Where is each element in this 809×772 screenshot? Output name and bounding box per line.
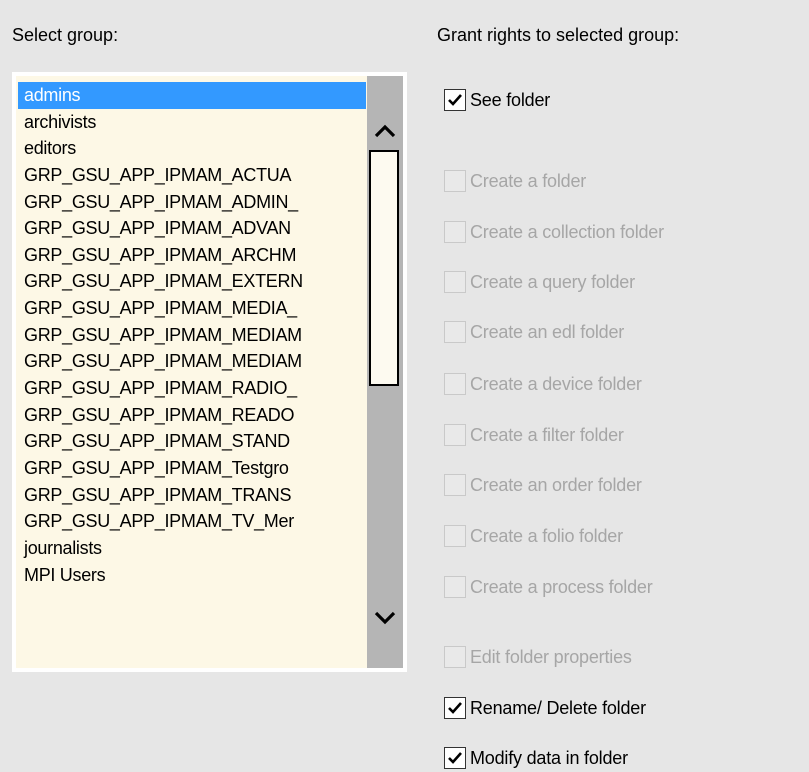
checkbox-box <box>444 170 466 192</box>
permission-checkbox-create-an-order-folder: Create an order folder <box>444 471 642 499</box>
permission-label: See folder <box>470 89 551 110</box>
scrollbar-thumb[interactable] <box>369 150 399 386</box>
group-list-item[interactable]: journalists <box>18 535 366 562</box>
group-list-item[interactable]: admins <box>18 82 366 109</box>
checkbox-box <box>444 474 466 496</box>
group-list-item[interactable]: GRP_GSU_APP_IPMAM_MEDIAM <box>18 322 366 349</box>
permission-label: Modify data in folder <box>470 747 628 768</box>
permission-label: Create an edl folder <box>470 321 625 342</box>
group-list-item[interactable]: GRP_GSU_APP_IPMAM_ADMIN_ <box>18 189 366 216</box>
group-list-item[interactable]: GRP_GSU_APP_IPMAM_TV_Mer <box>18 508 366 535</box>
checkbox-box <box>444 576 466 598</box>
permission-label: Create a filter folder <box>470 424 624 445</box>
checkbox-box <box>444 221 466 243</box>
permission-checkbox-create-a-query-folder: Create a query folder <box>444 268 635 296</box>
permission-label: Create a device folder <box>470 373 642 394</box>
group-list-item[interactable]: GRP_GSU_APP_IPMAM_MEDIA_ <box>18 295 366 322</box>
permission-label: Rename/ Delete folder <box>470 697 646 718</box>
group-list-item[interactable]: GRP_GSU_APP_IPMAM_Testgro <box>18 455 366 482</box>
permission-label: Create a process folder <box>470 576 653 597</box>
permission-checkbox-create-a-collection-folder: Create a collection folder <box>444 218 664 246</box>
permission-checkbox-rename-delete-folder[interactable]: Rename/ Delete folder <box>444 694 646 722</box>
permission-checkbox-create-a-filter-folder: Create a filter folder <box>444 421 624 449</box>
permission-checkbox-create-an-edl-folder: Create an edl folder <box>444 318 624 346</box>
permission-checkbox-create-a-device-folder: Create a device folder <box>444 370 642 398</box>
permission-checkbox-create-a-folio-folder: Create a folio folder <box>444 522 623 550</box>
checkbox-box <box>444 646 466 668</box>
group-list-item[interactable]: MPI Users <box>18 562 366 589</box>
checkbox-box <box>444 424 466 446</box>
checkmark-icon <box>448 752 462 764</box>
group-list-item[interactable]: GRP_GSU_APP_IPMAM_MEDIAM <box>18 348 366 375</box>
group-list-scrollbar[interactable] <box>367 76 403 668</box>
permission-label: Create a collection folder <box>470 221 664 242</box>
group-list-item[interactable]: GRP_GSU_APP_IPMAM_ACTUA <box>18 162 366 189</box>
checkbox-box <box>444 271 466 293</box>
chevron-up-icon[interactable] <box>367 112 403 150</box>
select-group-heading: Select group: <box>12 25 119 45</box>
group-list-item[interactable]: GRP_GSU_APP_IPMAM_EXTERN <box>18 268 366 295</box>
group-list-item[interactable]: GRP_GSU_APP_IPMAM_ADVAN <box>18 215 366 242</box>
group-list-items: admins archivists editors GRP_GSU_APP_IPMAM… <box>18 82 366 588</box>
group-list-item[interactable]: GRP_GSU_APP_IPMAM_STAND <box>18 428 366 455</box>
permission-checkbox-modify-data-in-folder[interactable]: Modify data in folder <box>444 744 628 772</box>
group-list-item[interactable]: GRP_GSU_APP_IPMAM_READO <box>18 402 366 429</box>
permission-label: Edit folder properties <box>470 646 632 667</box>
permission-checkbox-see-folder[interactable]: See folder <box>444 86 550 114</box>
permission-checkbox-create-a-folder: Create a folder <box>444 167 586 195</box>
group-listbox[interactable]: admins archivists editors GRP_GSU_APP_IPMAM… <box>12 72 407 672</box>
permission-label: Create a folio folder <box>470 525 623 546</box>
group-list-item[interactable]: archivists <box>18 109 366 136</box>
permission-checkbox-edit-folder-properties: Edit folder properties <box>444 643 632 671</box>
group-list-item[interactable]: GRP_GSU_APP_IPMAM_RADIO_ <box>18 375 366 402</box>
checkbox-box[interactable] <box>444 697 466 719</box>
chevron-down-icon[interactable] <box>367 599 403 637</box>
permission-checkbox-create-a-process-folder: Create a process folder <box>444 573 653 601</box>
permission-label: Create a query folder <box>470 271 635 292</box>
grant-rights-heading: Grant rights to selected group: <box>437 25 680 45</box>
checkbox-box <box>444 525 466 547</box>
checkmark-icon <box>448 702 462 714</box>
checkbox-box <box>444 373 466 395</box>
checkbox-box[interactable] <box>444 747 466 769</box>
checkmark-icon <box>448 94 462 106</box>
checkbox-box <box>444 321 466 343</box>
permission-label: Create a folder <box>470 170 587 191</box>
permission-label: Create an order folder <box>470 474 642 495</box>
checkbox-box[interactable] <box>444 89 466 111</box>
group-list-item[interactable]: GRP_GSU_APP_IPMAM_ARCHM <box>18 242 366 269</box>
group-list-item[interactable]: GRP_GSU_APP_IPMAM_TRANS <box>18 482 366 509</box>
group-list-item[interactable]: editors <box>18 135 366 162</box>
